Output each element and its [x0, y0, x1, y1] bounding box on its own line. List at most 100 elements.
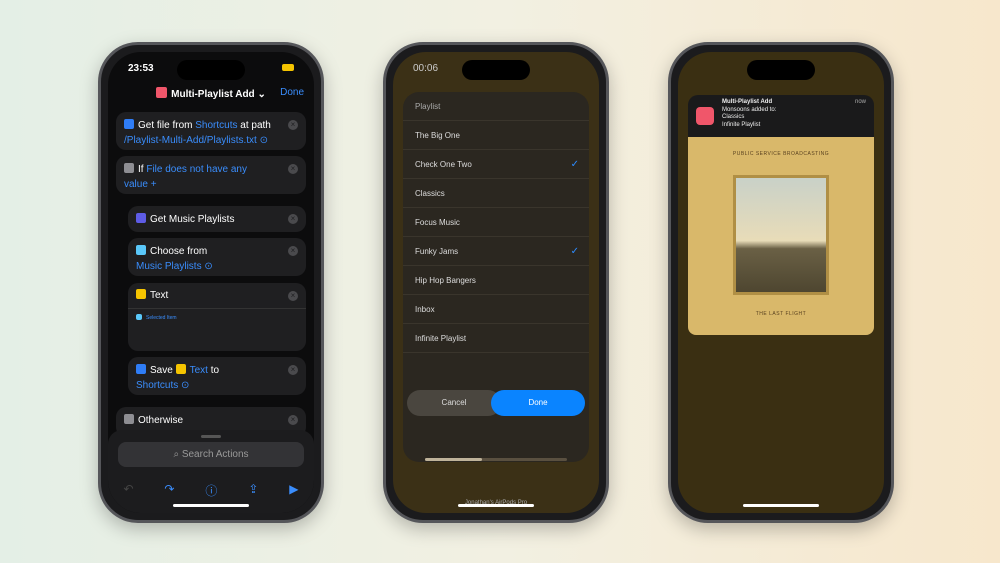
- remove-icon[interactable]: ×: [288, 291, 298, 301]
- home-indicator: [743, 504, 819, 507]
- text-icon: [136, 289, 146, 299]
- drag-handle[interactable]: [201, 435, 221, 438]
- var-token[interactable]: Selected Item: [146, 315, 177, 321]
- text-icon: [175, 364, 186, 374]
- action-text[interactable]: Text Selected Item ×: [128, 283, 306, 351]
- status-time: 23:53: [128, 63, 154, 74]
- notification-line: Infinite Playlist: [722, 121, 761, 128]
- expand-icon[interactable]: ⊙: [181, 380, 189, 391]
- album-illustration: [733, 175, 829, 295]
- checkmark-icon: ✓: [570, 246, 579, 257]
- if-icon: [124, 163, 134, 173]
- playlist-item[interactable]: Infinite Playlist: [403, 324, 589, 353]
- action-get-music-playlists[interactable]: Get Music Playlists ×: [128, 206, 306, 232]
- label: to: [210, 365, 220, 376]
- action-drawer: ⌕ Search Actions ↶ ↷ ⓘ ⇪ ▶: [108, 430, 314, 513]
- playlist-item[interactable]: Funky Jams ✓: [403, 237, 589, 266]
- label: Text: [150, 290, 169, 301]
- dest-token[interactable]: Shortcuts: [136, 380, 178, 391]
- var-token[interactable]: Text: [190, 365, 208, 376]
- remove-icon[interactable]: ×: [288, 164, 298, 174]
- playlist-item[interactable]: Focus Music: [403, 208, 589, 237]
- phone-playlist-picker: 00:06 Playlist The Big One Check One Two ✓…: [383, 42, 609, 523]
- action-choose-from[interactable]: Choose from Music Playlists ⊙ ×: [128, 238, 306, 276]
- shortcut-icon: [696, 107, 714, 125]
- var-token[interactable]: Music Playlists: [136, 261, 202, 272]
- notification-line: Monsoons added to:: [722, 106, 777, 113]
- add-icon[interactable]: +: [151, 179, 157, 190]
- label: Get file from: [138, 120, 193, 131]
- volume-slider[interactable]: [425, 458, 567, 461]
- dynamic-island: [462, 60, 530, 80]
- action-save[interactable]: Save Text to Shortcuts ⊙ ×: [128, 357, 306, 395]
- play-icon[interactable]: ▶: [289, 482, 298, 499]
- expand-icon[interactable]: ⊙: [204, 261, 212, 272]
- label: If: [138, 164, 144, 175]
- info-icon[interactable]: ⓘ: [205, 482, 217, 499]
- label: Choose from: [150, 246, 208, 257]
- search-actions-input[interactable]: ⌕ Search Actions: [118, 442, 304, 467]
- playlist-name: Inbox: [415, 305, 435, 314]
- notification-time: now: [854, 99, 866, 105]
- undo-icon[interactable]: ↶: [123, 482, 133, 499]
- playlist-item[interactable]: Check One Two ✓: [403, 150, 589, 179]
- playlist-name: Check One Two: [415, 160, 472, 169]
- playlist-name: Funky Jams: [415, 247, 459, 256]
- share-icon[interactable]: ⇪: [248, 482, 258, 499]
- action-get-file[interactable]: Get file from Shortcuts at path/Playlist…: [116, 112, 306, 150]
- label: Get Music Playlists: [150, 214, 235, 225]
- file-icon: [124, 119, 134, 129]
- dynamic-island: [747, 60, 815, 80]
- shortcut-icon: [156, 87, 168, 98]
- remove-icon[interactable]: ×: [288, 246, 298, 256]
- album-title: THE LAST FLIGHT: [755, 311, 807, 317]
- playlist-item[interactable]: Hip Hop Bangers: [403, 266, 589, 295]
- playlist-name: Focus Music: [415, 218, 460, 227]
- playlist-item[interactable]: Classics: [403, 179, 589, 208]
- remove-icon[interactable]: ×: [288, 120, 298, 130]
- notification-app: Multi-Playlist Add: [722, 99, 773, 105]
- album-art: PUBLIC SERVICE BROADCASTING THE LAST FLI…: [688, 137, 874, 335]
- variable-icon: [136, 314, 142, 320]
- remove-icon[interactable]: ×: [288, 365, 298, 375]
- cond-token[interactable]: does not have any: [165, 164, 247, 175]
- playlist-name: Hip Hop Bangers: [415, 276, 476, 285]
- label: at path: [240, 120, 271, 131]
- cancel-button[interactable]: Cancel: [407, 390, 501, 416]
- path-token[interactable]: /Playlist-Multi-Add/Playlists.txt: [124, 135, 257, 146]
- playlist-name: The Big One: [415, 131, 460, 140]
- checkmark-icon: ✓: [570, 159, 579, 170]
- remove-icon[interactable]: ×: [288, 415, 298, 425]
- cond-token[interactable]: value: [124, 179, 148, 190]
- remove-icon[interactable]: ×: [288, 214, 298, 224]
- save-icon: [136, 364, 146, 374]
- redo-icon[interactable]: ↷: [164, 482, 174, 499]
- source-token[interactable]: Shortcuts: [195, 120, 237, 131]
- title-text: Multi-Playlist Add: [171, 89, 255, 100]
- home-indicator: [458, 504, 534, 507]
- playlist-name: Infinite Playlist: [415, 334, 467, 343]
- placeholder: Search Actions: [181, 449, 249, 460]
- notification-line: Classics: [722, 114, 745, 120]
- playlist-item[interactable]: The Big One: [403, 121, 589, 150]
- expand-icon[interactable]: ⊙: [260, 135, 268, 146]
- battery-icon: [282, 64, 294, 71]
- done-button[interactable]: Done: [491, 390, 585, 416]
- search-icon: ⌕: [173, 449, 180, 460]
- phone-shortcuts-editor: 23:53 Multi-Playlist Add ⌄ Done Get file…: [98, 42, 324, 523]
- done-button[interactable]: Done: [280, 87, 304, 98]
- dynamic-island: [177, 60, 245, 80]
- var-token[interactable]: File: [146, 164, 162, 175]
- label: Otherwise: [138, 415, 184, 426]
- status-time: 00:06: [413, 63, 439, 74]
- list-icon: [136, 245, 146, 255]
- list-header: Playlist: [403, 92, 589, 121]
- playlist-name: Classics: [415, 189, 445, 198]
- music-icon: [136, 213, 146, 223]
- notification-banner[interactable]: Multi-Playlist Add Monsoons added to: Cl…: [688, 95, 874, 137]
- playlist-item[interactable]: Inbox: [403, 295, 589, 324]
- home-indicator: [173, 504, 249, 507]
- action-if[interactable]: If File does not have any value + ×: [116, 156, 306, 194]
- phone-notification: Multi-Playlist Add Monsoons added to: Cl…: [668, 42, 894, 523]
- album-artist: PUBLIC SERVICE BROADCASTING: [732, 151, 830, 157]
